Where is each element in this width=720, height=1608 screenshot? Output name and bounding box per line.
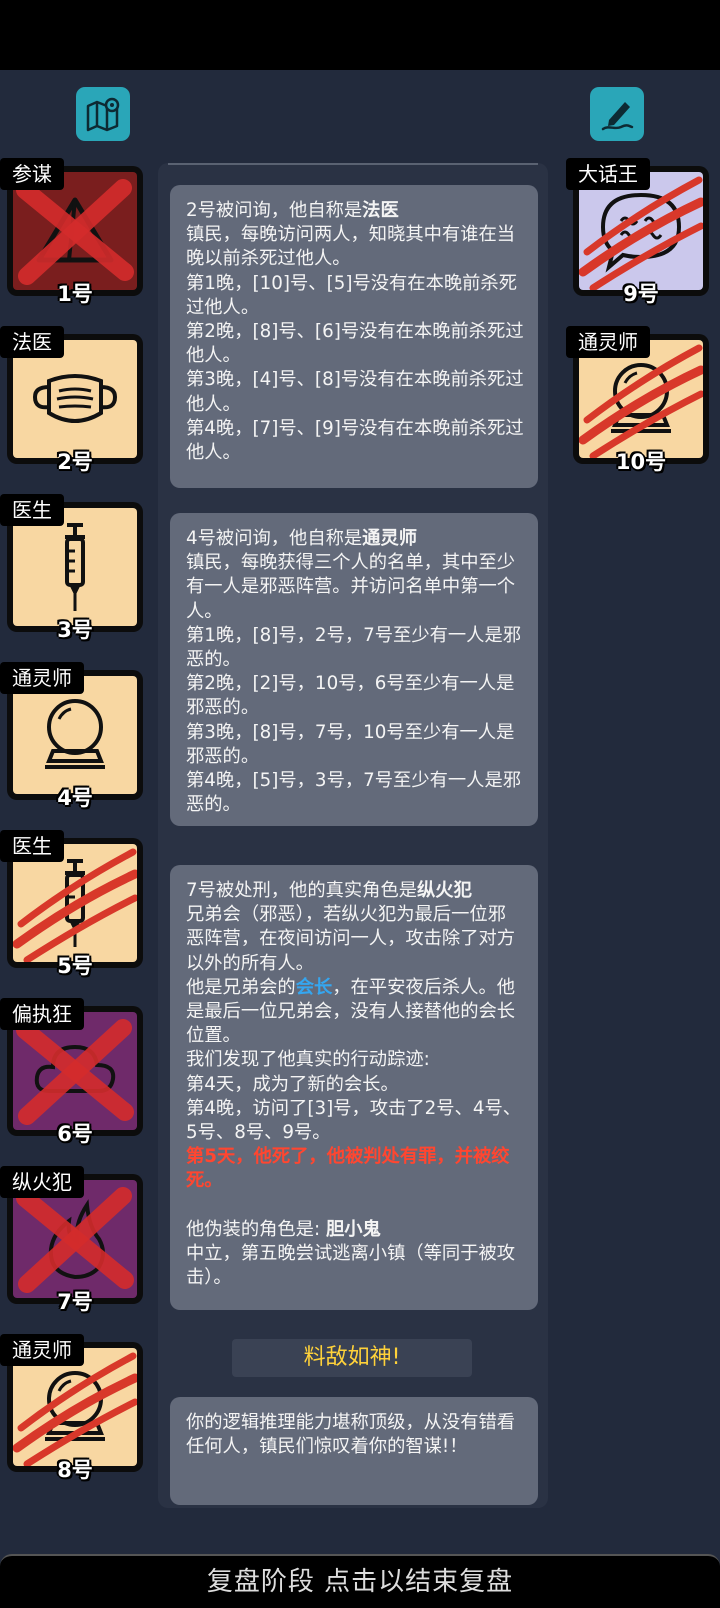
message-intro: 7号被处刑，他的真实角色是 <box>186 880 418 901</box>
player-card-3[interactable]: 医生 3号 <box>0 494 143 642</box>
player-number: 10号 <box>615 450 667 474</box>
role-label: 通灵师 <box>0 662 84 694</box>
player-number: 8号 <box>57 1458 93 1482</box>
log-message-interrogation-4: 4号被问询，他自称是通灵师 镇民，每晚获得三个人的名单，其中至少有一人是邪恶阵营… <box>170 513 538 826</box>
disguise-intro: 他伪装的角色是: <box>186 1218 326 1240</box>
status-bar <box>0 0 720 70</box>
map-pin-icon <box>86 97 120 132</box>
role-label: 医生 <box>0 830 64 862</box>
player-number: 2号 <box>57 450 93 474</box>
rating-badge: 料敌如神! <box>232 1339 472 1377</box>
review-log[interactable]: 2号被问询，他自称是法医 镇民，每晚访问两人，知晓其中有谁在当晚以前杀死过他人。… <box>158 163 548 1508</box>
log-divider <box>168 163 538 165</box>
end-review-button[interactable]: 复盘阶段 点击以结束复盘 <box>0 1554 720 1608</box>
disguise-body: 中立，第五晚尝试逃离小镇（等同于被攻击）。 <box>186 1243 516 1289</box>
syringe-icon <box>65 523 85 611</box>
player-card-2[interactable]: 法医 2号 <box>0 326 143 474</box>
leader-link[interactable]: 会长 <box>296 977 333 998</box>
claimed-role: 通灵师 <box>362 528 418 549</box>
role-label: 通灵师 <box>566 326 650 358</box>
message-body: 镇民，每晚获得三个人的名单，其中至少有一人是邪恶阵营。并访问名单中第一个人。 第… <box>186 552 522 816</box>
disguise-role: 胆小鬼 <box>325 1218 381 1240</box>
player-number: 9号 <box>623 282 659 306</box>
message-intro: 2号被问询，他自称是 <box>186 200 363 221</box>
log-message-summary: 你的逻辑推理能力堪称顶级，从没有错看任何人，镇民们惊叹着你的智谋!！ <box>170 1397 538 1505</box>
player-number: 4号 <box>57 786 93 810</box>
message-intro: 4号被问询，他自称是 <box>186 528 363 549</box>
notes-button[interactable] <box>590 87 644 141</box>
log-message-interrogation-2: 2号被问询，他自称是法医 镇民，每晚访问两人，知晓其中有谁在当晚以前杀死过他人。… <box>170 185 538 488</box>
role-label: 医生 <box>0 494 64 526</box>
player-card-7[interactable]: 纵火犯 7号 <box>0 1166 143 1314</box>
player-card-5[interactable]: 医生 5号 <box>0 830 143 978</box>
player-card-10[interactable]: 通灵师 10号 <box>566 326 709 474</box>
crystal-ball-icon <box>45 699 105 769</box>
player-number: 3号 <box>57 618 93 642</box>
role-label: 大话王 <box>566 158 650 190</box>
player-number: 5号 <box>57 954 93 978</box>
death-notice: 第5天，他死了，他被判处有罪，并被绞死。 <box>186 1146 510 1192</box>
role-label: 偏执狂 <box>0 998 84 1030</box>
player-card-1[interactable]: 参谋 1号 <box>0 158 143 306</box>
claimed-role: 法医 <box>362 200 399 221</box>
role-label: 通灵师 <box>0 1334 84 1366</box>
player-card-6[interactable]: 偏执狂 6号 <box>0 998 143 1146</box>
player-card-8[interactable]: 通灵师 8号 <box>0 1334 143 1482</box>
face-mask-icon <box>32 374 118 423</box>
pencil-note-icon <box>601 102 634 131</box>
player-card-9[interactable]: 大话王 9号 <box>566 158 709 306</box>
role-label: 参谋 <box>0 158 64 190</box>
map-button[interactable] <box>76 87 130 141</box>
player-number: 1号 <box>57 282 93 306</box>
message-body: ，在平安夜后杀人。他是最后一位兄弟会，没有人接替他的会长位置。 我们发现了他真实… <box>186 976 522 1144</box>
message-body: 镇民，每晚访问两人，知晓其中有谁在当晚以前杀死过他人。 第1晚，[10]号、[5… <box>186 224 524 464</box>
player-number: 7号 <box>57 1290 93 1314</box>
log-message-execution-7: 7号被处刑，他的真实角色是纵火犯 兄弟会（邪恶），若纵火犯为最后一位邪恶阵营，在… <box>170 865 538 1310</box>
player-card-4[interactable]: 通灵师 4号 <box>0 662 143 810</box>
true-role: 纵火犯 <box>417 880 472 901</box>
role-label: 法医 <box>0 326 64 358</box>
player-number: 6号 <box>57 1122 93 1146</box>
role-label: 纵火犯 <box>0 1166 84 1198</box>
